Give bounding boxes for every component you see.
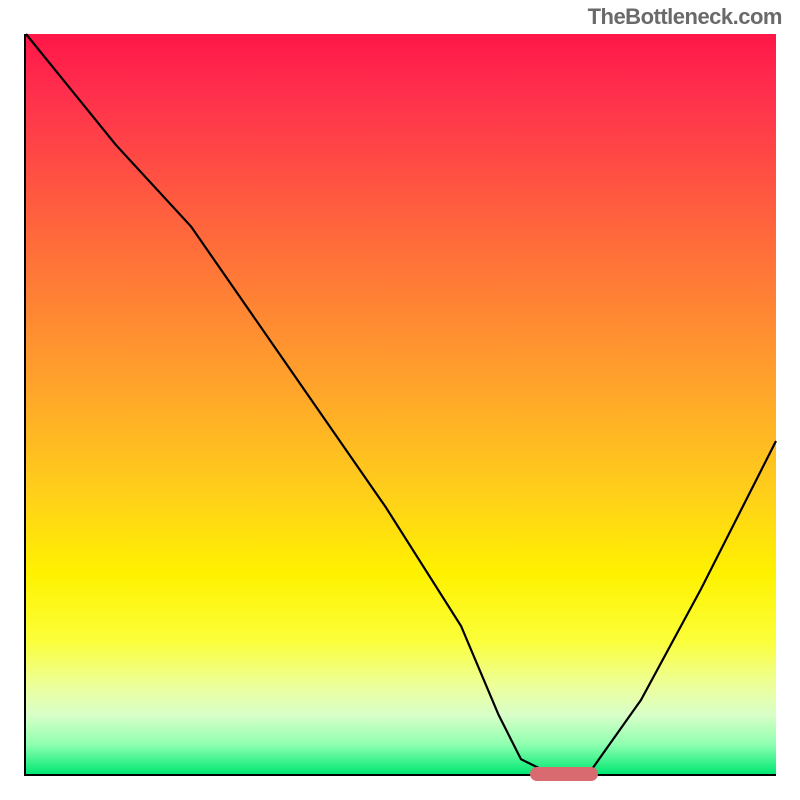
bottleneck-curve-path bbox=[26, 34, 776, 774]
watermark-text: TheBottleneck.com bbox=[588, 4, 782, 30]
chart-curve-svg bbox=[26, 34, 776, 774]
optimal-range-marker bbox=[530, 767, 598, 781]
chart-plot-area bbox=[24, 34, 776, 776]
